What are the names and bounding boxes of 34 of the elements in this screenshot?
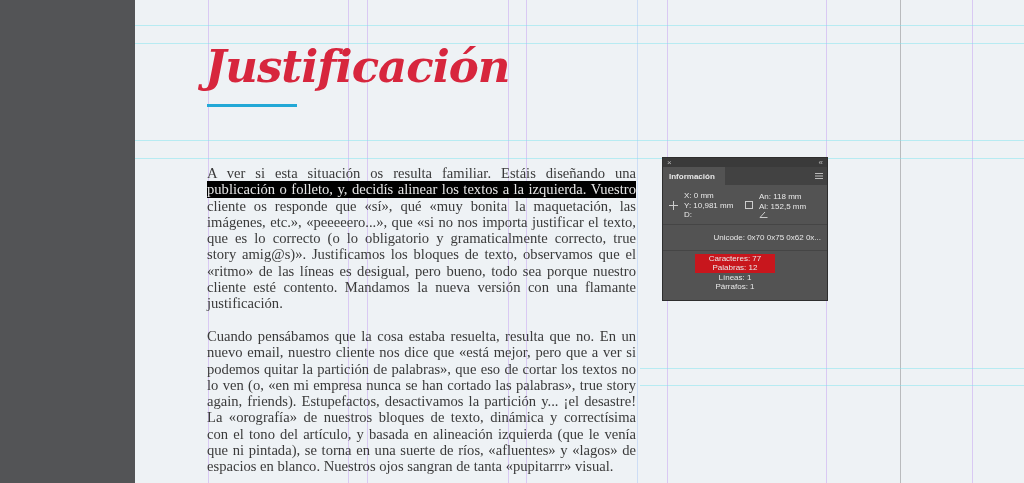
text-line: podemos quitar la partición de palabras», que eso de cortar los textos no: [207, 360, 636, 377]
text-line: cliente esté contento. Mandamos la nueva versión con una flamante: [207, 279, 636, 296]
text-line: que es lo correcto (o lo obligatorio y gramaticalmente correcto, true: [207, 230, 636, 247]
text-line: cliente os responde que «sí», qué «muy bonita la maquetación, las: [207, 197, 636, 214]
collapse-button[interactable]: «: [818, 158, 823, 167]
panel-tab[interactable]: Información: [663, 167, 725, 185]
text-line: imágenes, etc.», «peeeeero...», que «si no nos importa justificar el texto,: [207, 213, 636, 231]
coordinate-value: X: 0 mm: [684, 191, 715, 201]
text-line: story amig@s)». Justificamos los bloques de texto, observamos que el: [207, 246, 636, 263]
square-icon: [745, 201, 753, 210]
text-line: again, friends). Estupefactos, desactivamos la partición y... ¡el desastre!: [207, 393, 636, 410]
size-value: An: 118 mm: [759, 192, 803, 202]
menu-icon[interactable]: [815, 173, 823, 179]
unicode-value: Unicode: 0x70 0x75 0x62 0x...: [663, 224, 827, 251]
coordinate-value: D:: [684, 210, 693, 220]
text-line: que ni pintada), se torna en una suerte de ríos, «afluentes» y «lagos» de: [207, 442, 636, 459]
text-line: nuevo email, nuestro cliente nos dice que «está mejor, pero que a ver si: [207, 344, 636, 361]
text-line: lo ven (o, «en mi empresa nunca se han cortado las palabras», true story: [207, 376, 636, 394]
angle-icon: [759, 211, 768, 219]
text-line: La «orografía» de nuestros bloques de texto, dinámica y correctísima: [207, 409, 636, 426]
text-line: justificación.: [207, 295, 284, 312]
text-line: «ritmo» de las líneas es desigual, pero bueno, todo sea porque nuestro: [207, 262, 636, 280]
text-line: A ver si esta situación os resulta familiar. Estáis diseñando una: [207, 165, 636, 182]
size-value: Al: 152,5 mm: [759, 201, 807, 212]
text-line: con el tono del artículo, y basada en alineación izquierda (que le venía: [207, 425, 636, 443]
close-button[interactable]: ×: [667, 158, 672, 167]
text-line: espacios en blanco. Nuestros ojos sangran de tanta «pupitarrr» visual.: [207, 458, 615, 475]
count-value: Palabras: 12: [695, 263, 775, 273]
crosshair-icon: [669, 200, 678, 210]
count-value: Caracteres: 77: [695, 253, 775, 263]
count-value: Párrafos: 1: [714, 282, 756, 292]
coordinate-value: Y: 10,981 mm: [684, 200, 734, 210]
text-line: Cuando pensábamos que la cosa estaba resuelta, resulta que no. En un: [207, 327, 636, 345]
count-value: Líneas: 1: [717, 272, 753, 282]
